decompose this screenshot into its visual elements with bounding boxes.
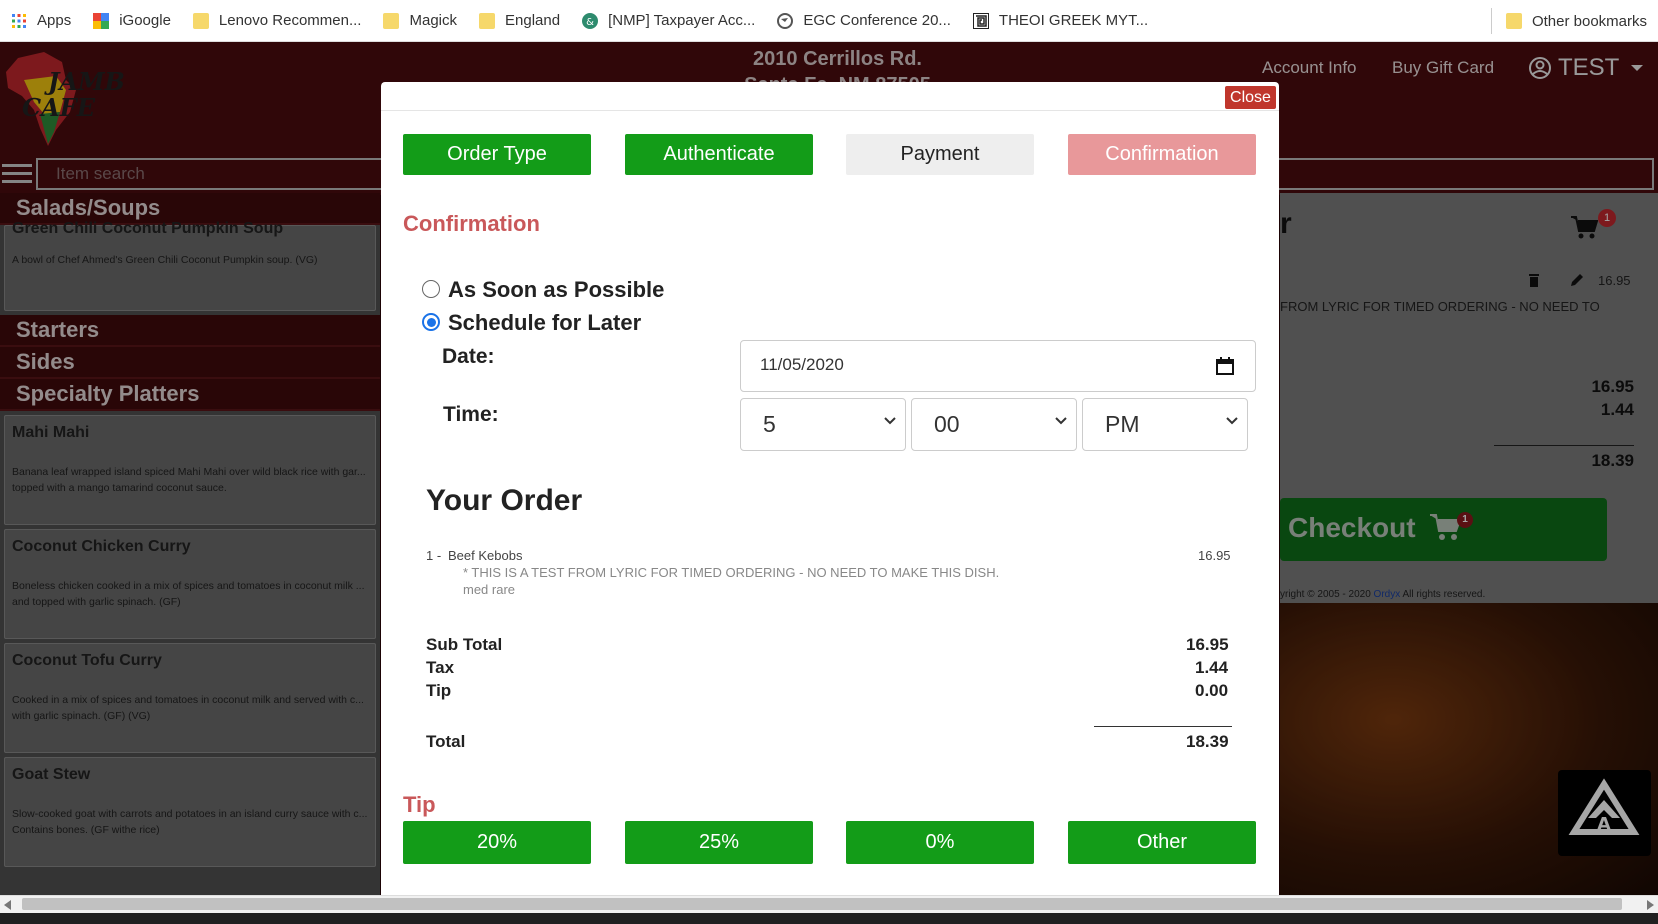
your-order-heading: Your Order	[426, 484, 583, 517]
date-input[interactable]: 11/05/2020	[740, 340, 1256, 392]
bookmarks-bar: Apps iGoogle Lenovo Recommen... Magick E…	[0, 0, 1658, 42]
bookmark-label: Apps	[37, 12, 72, 29]
time-label: Time:	[443, 403, 499, 426]
folder-icon	[192, 12, 209, 29]
radio-schedule-later[interactable]	[422, 313, 440, 331]
bookmark-egc[interactable]: EGC Conference 20...	[766, 0, 962, 42]
svg-text:&: &	[586, 17, 594, 28]
tip-0-button[interactable]: 0%	[846, 821, 1034, 864]
bookmark-apps[interactable]: Apps	[0, 0, 82, 42]
confirmation-heading: Confirmation	[403, 211, 540, 236]
total-value: 18.39	[1186, 732, 1229, 751]
bookmark-lenovo[interactable]: Lenovo Recommen...	[182, 0, 373, 42]
bookmark-other[interactable]: Other bookmarks	[1490, 8, 1658, 34]
order-item-modifier: med rare	[463, 582, 516, 597]
tip-value: 0.00	[1195, 681, 1229, 700]
scrollbar-thumb[interactable]	[22, 898, 1622, 910]
bookmark-label: [NMP] Taxpayer Acc...	[608, 12, 756, 29]
apps-grid-icon	[12, 13, 26, 28]
bookmark-label: England	[505, 12, 561, 29]
hour-select[interactable]: 5	[740, 398, 906, 451]
folder-icon	[479, 12, 495, 29]
order-item-price: 16.95	[1198, 548, 1231, 563]
tax-value: 1.44	[1195, 658, 1229, 677]
minute-select[interactable]: 00	[911, 398, 1077, 451]
bookmark-label: THEOI GREEK MYT...	[998, 12, 1149, 29]
chevron-down-icon	[1055, 417, 1067, 425]
bookmark-label: iGoogle	[119, 12, 171, 29]
bookmark-taxpayer[interactable]: & [NMP] Taxpayer Acc...	[571, 0, 766, 42]
order-item-note: * THIS IS A TEST FROM LYRIC FOR TIMED OR…	[463, 565, 1000, 580]
minute-value: 00	[934, 411, 960, 437]
bookmark-label: Magick	[409, 12, 457, 29]
subtotal-label: Sub Total	[426, 635, 503, 654]
tip-heading: Tip	[403, 792, 436, 817]
tip-other-button[interactable]: Other	[1068, 821, 1256, 864]
modal-header-divider	[381, 110, 1279, 111]
date-label: Date:	[442, 345, 495, 368]
chevron-down-icon	[884, 417, 896, 425]
site-icon: &	[582, 12, 599, 29]
subtotal-value: 16.95	[1186, 635, 1229, 654]
calendar-icon[interactable]	[1215, 356, 1235, 376]
scroll-right-icon[interactable]	[1646, 900, 1654, 910]
igoogle-icon	[93, 12, 110, 29]
bookmark-label: Lenovo Recommen...	[218, 12, 362, 29]
tip-25-button[interactable]: 25%	[625, 821, 813, 864]
scroll-left-icon[interactable]	[4, 900, 12, 910]
chevron-down-icon	[1226, 417, 1238, 425]
theoi-icon	[972, 12, 989, 29]
bookmark-england[interactable]: England	[468, 0, 571, 42]
date-value: 11/05/2020	[760, 355, 844, 374]
tip-label: Tip	[426, 681, 452, 700]
bookmark-magick[interactable]: Magick	[372, 0, 468, 42]
tip-20-button[interactable]: 20%	[403, 821, 591, 864]
bookmark-label: EGC Conference 20...	[803, 12, 951, 29]
folder-icon	[383, 12, 400, 29]
globe-icon	[777, 12, 794, 29]
radio-schedule-later-label[interactable]: Schedule for Later	[448, 310, 641, 336]
hour-value: 5	[763, 411, 776, 437]
step-confirmation[interactable]: Confirmation	[1068, 134, 1256, 175]
total-divider	[1094, 726, 1232, 727]
folder-icon	[1505, 13, 1522, 29]
total-label: Total	[426, 732, 466, 751]
ampm-select[interactable]: PM	[1082, 398, 1248, 451]
taskbar	[0, 913, 1658, 924]
ampm-value: PM	[1105, 411, 1140, 437]
bookmark-theoi[interactable]: THEOI GREEK MYT...	[962, 0, 1159, 42]
tax-label: Tax	[426, 658, 455, 677]
step-authenticate[interactable]: Authenticate	[625, 134, 813, 175]
step-order-type[interactable]: Order Type	[403, 134, 591, 175]
order-item-qty: 1 -	[426, 548, 442, 563]
bookmark-label: Other bookmarks	[1531, 12, 1647, 30]
step-payment[interactable]: Payment	[846, 134, 1034, 175]
bookmark-igoogle[interactable]: iGoogle	[82, 0, 182, 42]
close-button[interactable]: Close	[1224, 85, 1277, 110]
radio-asap-label[interactable]: As Soon as Possible	[448, 277, 664, 303]
radio-asap[interactable]	[422, 280, 440, 298]
order-item-name: Beef Kebobs	[448, 548, 523, 563]
